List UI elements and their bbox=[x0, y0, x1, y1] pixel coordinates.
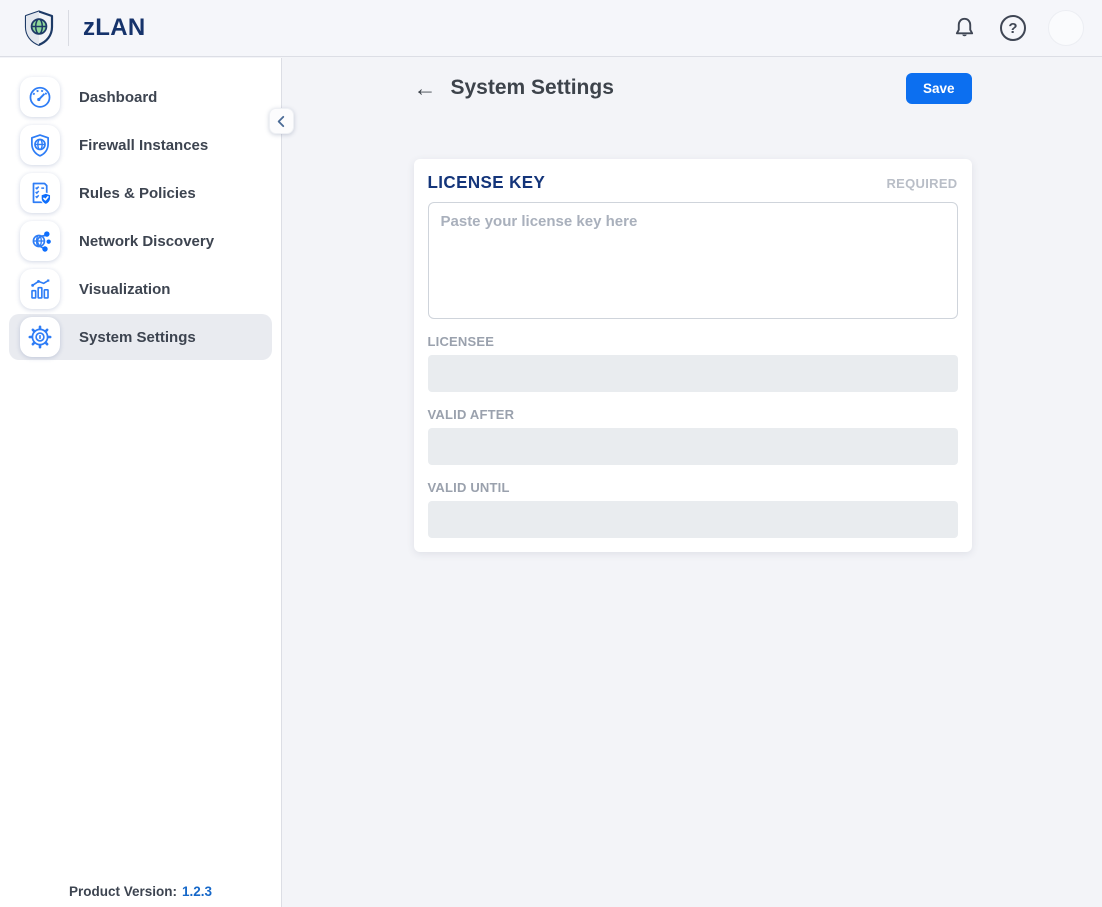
sidebar-item-dashboard[interactable]: Dashboard bbox=[9, 74, 272, 120]
main-content: ← System Settings Save LICENSE KEY REQUI… bbox=[283, 58, 1102, 907]
sidebar-item-network-discovery[interactable]: Network Discovery bbox=[9, 218, 272, 264]
valid-until-field-group: VALID UNTIL bbox=[428, 480, 958, 538]
required-badge: REQUIRED bbox=[886, 176, 957, 191]
valid-until-label: VALID UNTIL bbox=[428, 480, 958, 495]
valid-until-input bbox=[428, 501, 958, 538]
product-version-label: Product Version: bbox=[69, 884, 177, 899]
sidebar: Dashboard Firewall Instances bbox=[0, 58, 282, 907]
chevron-left-icon bbox=[273, 113, 290, 130]
sidebar-item-label: Visualization bbox=[79, 281, 170, 298]
license-key-textarea[interactable] bbox=[428, 202, 958, 319]
sidebar-item-label: Network Discovery bbox=[79, 233, 214, 250]
topbar: zLAN ? bbox=[0, 0, 1102, 57]
back-button[interactable]: ← bbox=[414, 77, 437, 100]
back-arrow-icon: ← bbox=[414, 75, 437, 101]
sidebar-item-system-settings[interactable]: System Settings bbox=[9, 314, 272, 360]
sidebar-item-label: Firewall Instances bbox=[79, 137, 208, 154]
shield-globe-icon bbox=[20, 125, 60, 165]
page-title: System Settings bbox=[451, 76, 614, 100]
help-button[interactable]: ? bbox=[1000, 15, 1026, 41]
licensee-field-group: LICENSEE bbox=[428, 334, 958, 392]
sidebar-collapse-button[interactable] bbox=[269, 108, 294, 134]
dashboard-gauge-icon bbox=[20, 77, 60, 117]
checklist-shield-icon bbox=[20, 173, 60, 213]
bar-line-chart-icon bbox=[20, 269, 60, 309]
notifications-button[interactable] bbox=[951, 15, 978, 42]
help-icon: ? bbox=[1000, 15, 1026, 41]
product-version-value: 1.2.3 bbox=[182, 884, 212, 899]
brand-title: zLAN bbox=[83, 14, 146, 42]
user-avatar[interactable] bbox=[1048, 10, 1084, 46]
app-logo-shield-globe-icon bbox=[18, 7, 60, 49]
save-button[interactable]: Save bbox=[906, 73, 972, 104]
license-key-card: LICENSE KEY REQUIRED LICENSEE VALID AFTE… bbox=[414, 159, 972, 552]
licensee-input bbox=[428, 355, 958, 392]
gear-icon bbox=[20, 317, 60, 357]
page-header: ← System Settings Save bbox=[414, 72, 972, 104]
product-version: Product Version: 1.2.3 bbox=[0, 884, 281, 899]
sidebar-item-visualization[interactable]: Visualization bbox=[9, 266, 272, 312]
bell-icon bbox=[951, 15, 978, 42]
sidebar-item-label: Rules & Policies bbox=[79, 185, 196, 202]
sidebar-item-label: System Settings bbox=[79, 329, 196, 346]
valid-after-field-group: VALID AFTER bbox=[428, 407, 958, 465]
license-key-title: LICENSE KEY bbox=[428, 173, 546, 194]
valid-after-input bbox=[428, 428, 958, 465]
sidebar-item-rules-policies[interactable]: Rules & Policies bbox=[9, 170, 272, 216]
licensee-label: LICENSEE bbox=[428, 334, 958, 349]
valid-after-label: VALID AFTER bbox=[428, 407, 958, 422]
sidebar-item-label: Dashboard bbox=[79, 89, 157, 106]
globe-network-nodes-icon bbox=[20, 221, 60, 261]
sidebar-item-firewall-instances[interactable]: Firewall Instances bbox=[9, 122, 272, 168]
topbar-divider bbox=[68, 10, 69, 46]
